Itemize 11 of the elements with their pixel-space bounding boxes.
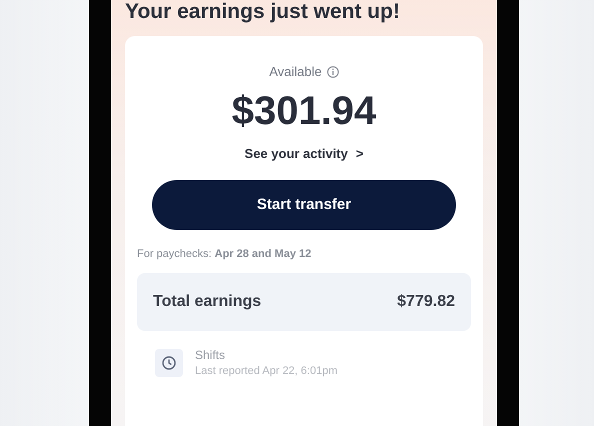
shifts-subtitle: Last reported Apr 22, 6:01pm — [195, 364, 338, 378]
start-transfer-button[interactable]: Start transfer — [152, 180, 456, 230]
activity-link[interactable]: See your activity > — [244, 144, 364, 164]
clock-icon — [155, 348, 183, 376]
info-icon[interactable] — [326, 66, 339, 78]
available-label: Available — [269, 63, 322, 81]
heading: Your earnings just went up! — [125, 0, 401, 24]
balance-amount: $301.94 — [232, 89, 376, 133]
total-earnings-row[interactable]: Total earnings $779.82 — [137, 272, 471, 330]
paychecks-text: For paychecks: Apr 28 and May 12 — [137, 247, 312, 262]
shifts-title: Shifts — [195, 346, 226, 362]
